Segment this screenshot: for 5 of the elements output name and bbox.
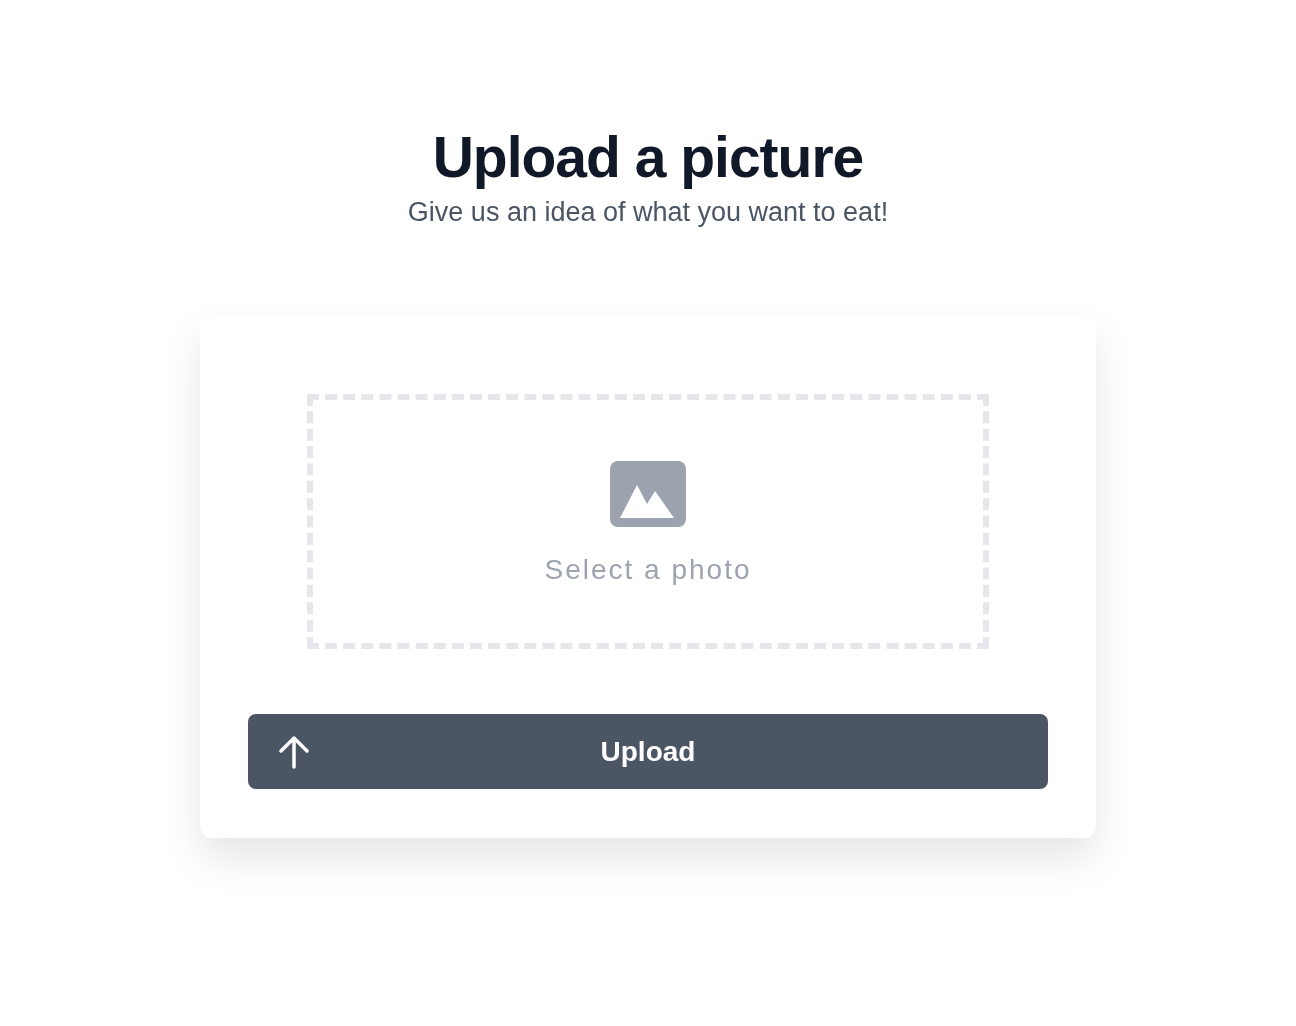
page-subtitle: Give us an idea of what you want to eat! [407, 196, 889, 229]
arrow-up-icon [278, 735, 310, 769]
page-title: Upload a picture [432, 124, 864, 190]
image-icon [610, 460, 686, 527]
upload-button[interactable]: Upload [248, 714, 1048, 789]
